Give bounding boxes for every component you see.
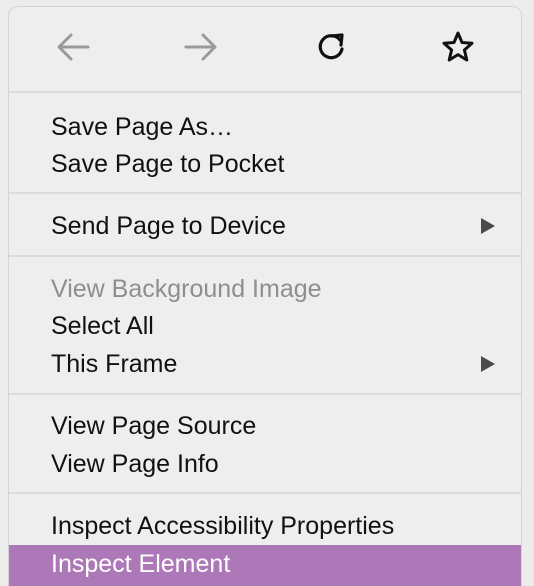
menu-item-label: View Page Info: [51, 450, 219, 478]
separator: [9, 91, 521, 93]
menu-item-save-page-to-pocket[interactable]: Save Page to Pocket: [9, 145, 521, 183]
menu-item-view-page-source[interactable]: View Page Source: [9, 407, 521, 445]
menu-item-label: This Frame: [51, 350, 178, 378]
star-icon: [442, 31, 474, 62]
separator: [9, 255, 521, 257]
back-button[interactable]: [53, 27, 93, 67]
menu-item-this-frame[interactable]: This Frame: [9, 345, 521, 383]
context-menu: Save Page As… Save Page to Pocket Send P…: [8, 6, 522, 586]
menu-item-send-page-to-device[interactable]: Send Page to Device: [9, 207, 521, 245]
separator: [9, 393, 521, 395]
reload-button[interactable]: [311, 27, 351, 67]
bookmark-button[interactable]: [438, 27, 478, 67]
arrow-right-icon: [184, 33, 217, 61]
menu-item-label: Save Page to Pocket: [51, 150, 285, 178]
forward-button[interactable]: [181, 27, 221, 67]
submenu-arrow-icon: [481, 218, 495, 234]
navigation-row: [9, 7, 521, 87]
menu-item-label: Inspect Accessibility Properties: [51, 512, 395, 540]
separator: [9, 192, 521, 194]
menu-item-view-background-image: View Background Image: [9, 270, 521, 308]
menu-item-label: View Page Source: [51, 412, 257, 440]
menu-item-select-all[interactable]: Select All: [9, 307, 521, 345]
menu-item-label: Select All: [51, 312, 154, 340]
menu-item-label: Send Page to Device: [51, 212, 286, 240]
menu-item-inspect-element[interactable]: Inspect Element: [9, 545, 521, 586]
menu-item-label: View Background Image: [51, 275, 322, 303]
menu-item-label: Save Page As…: [51, 113, 234, 141]
separator: [9, 492, 521, 494]
menu-item-view-page-info[interactable]: View Page Info: [9, 445, 521, 483]
reload-icon: [318, 33, 344, 60]
arrow-left-icon: [57, 33, 90, 61]
menu-item-label: Inspect Element: [51, 550, 231, 578]
submenu-arrow-icon: [481, 356, 495, 372]
menu-item-inspect-accessibility-properties[interactable]: Inspect Accessibility Properties: [9, 507, 521, 545]
menu-item-save-page-as[interactable]: Save Page As…: [9, 108, 521, 146]
